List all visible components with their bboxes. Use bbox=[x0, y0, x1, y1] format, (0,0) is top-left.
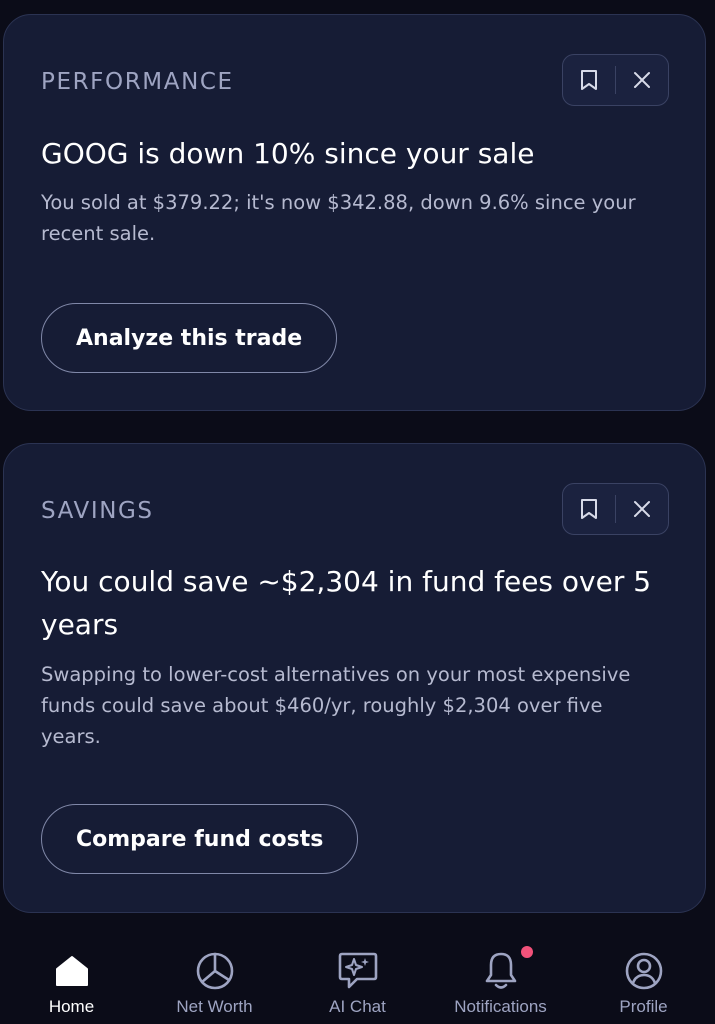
bookmark-icon bbox=[581, 70, 597, 90]
card-body: Swapping to lower-cost alternatives on y… bbox=[41, 663, 631, 748]
card-category: PERFORMANCE bbox=[41, 69, 234, 95]
user-circle-icon bbox=[624, 950, 664, 992]
notification-badge bbox=[520, 946, 533, 958]
tab-home[interactable]: Home bbox=[0, 930, 143, 1024]
bottom-tab-bar: Home Net Worth AI Chat Notifications Pro… bbox=[0, 930, 715, 1024]
tab-label: Profile bbox=[619, 997, 668, 1016]
card-title: GOOG is down 10% since your sale bbox=[41, 137, 535, 170]
tab-label: AI Chat bbox=[329, 997, 386, 1016]
chat-sparkle-icon bbox=[337, 950, 379, 992]
performance-card: PERFORMANCE GOOG is down 10% since your … bbox=[3, 14, 706, 411]
bookmark-button[interactable] bbox=[563, 485, 615, 534]
card-category: SAVINGS bbox=[41, 498, 154, 524]
card-title: You could save ~$2,304 in fund fees over… bbox=[41, 565, 652, 641]
tab-label: Notifications bbox=[454, 997, 547, 1016]
bookmark-button[interactable] bbox=[563, 56, 615, 105]
tab-ai-chat[interactable]: AI Chat bbox=[286, 930, 429, 1024]
tab-label: Home bbox=[48, 997, 95, 1016]
dismiss-button[interactable] bbox=[616, 56, 668, 105]
tab-notifications[interactable]: Notifications bbox=[429, 930, 572, 1024]
close-icon bbox=[634, 501, 650, 517]
dismiss-button[interactable] bbox=[616, 485, 668, 534]
compare-fund-costs-button[interactable]: Compare fund costs bbox=[41, 804, 359, 874]
analyze-trade-button[interactable]: Analyze this trade bbox=[41, 303, 338, 373]
tab-net-worth[interactable]: Net Worth bbox=[143, 930, 286, 1024]
home-icon bbox=[54, 950, 90, 992]
card-actions bbox=[562, 54, 669, 106]
card-actions bbox=[562, 483, 669, 535]
bell-icon bbox=[483, 946, 533, 992]
card-body: You sold at $379.22; it's now $342.88, d… bbox=[41, 191, 636, 245]
app-screen: PERFORMANCE GOOG is down 10% since your … bbox=[0, 0, 715, 1024]
close-icon bbox=[634, 72, 650, 88]
bookmark-icon bbox=[581, 499, 597, 519]
savings-card: SAVINGS You could save ~$2,304 in fund f… bbox=[3, 443, 706, 913]
tab-label: Net Worth bbox=[176, 997, 253, 1016]
tab-profile[interactable]: Profile bbox=[572, 930, 715, 1024]
pie-chart-icon bbox=[195, 950, 235, 992]
